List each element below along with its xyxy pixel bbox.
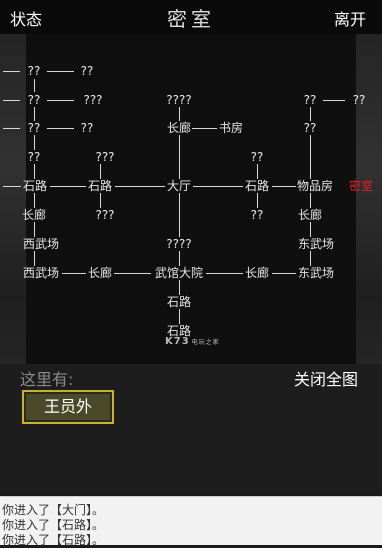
map-line — [47, 128, 74, 129]
map-room-unknown[interactable]: ?? — [251, 208, 264, 222]
map-room-unknown[interactable]: ?? — [353, 93, 366, 107]
map-line — [179, 107, 180, 121]
map-room-unknown[interactable]: ???? — [166, 93, 191, 107]
map-room-west-field[interactable]: 西武场 — [23, 237, 59, 251]
map-room-east-field[interactable]: 东武场 — [298, 266, 334, 280]
map-room-courtyard[interactable]: 武馆大院 — [155, 266, 203, 280]
npc-button[interactable]: 王员外 — [22, 390, 114, 424]
map-line — [3, 71, 20, 72]
map-line — [34, 107, 35, 121]
map-line — [47, 71, 74, 72]
map-room-unknown[interactable]: ?? — [28, 93, 41, 107]
map-room-unknown[interactable]: ??? — [95, 150, 114, 164]
top-bar: 状态 密室 离开 — [0, 0, 382, 34]
map-room-unknown[interactable]: ?? — [251, 150, 264, 164]
map-line — [192, 128, 217, 129]
map-line — [114, 273, 151, 274]
map-line — [47, 100, 74, 101]
map-room-unknown[interactable]: ?? — [28, 150, 41, 164]
smoke-decoration-left — [0, 34, 26, 364]
map-line — [323, 100, 345, 101]
location-title: 密室 — [167, 7, 215, 31]
map-line — [179, 280, 180, 295]
map-line — [34, 135, 35, 150]
map-line — [193, 186, 243, 187]
map-room-current[interactable]: 密室 — [349, 179, 373, 193]
map-area — [0, 34, 382, 364]
map-room-unknown[interactable]: ?? — [304, 121, 317, 135]
map-line — [100, 193, 101, 208]
map-room-unknown[interactable]: ?? — [28, 64, 41, 78]
map-line — [257, 164, 258, 179]
map-room-corridor[interactable]: 长廊 — [88, 266, 112, 280]
map-room-unknown[interactable]: ??? — [83, 93, 102, 107]
map-room-east-field[interactable]: 东武场 — [298, 237, 334, 251]
watermark-logo: K73 电玩之家 — [165, 336, 220, 347]
map-room-corridor[interactable]: 长廊 — [22, 208, 46, 222]
map-line — [179, 135, 180, 179]
map-line — [34, 79, 35, 92]
map-room-hall[interactable]: 大厅 — [167, 179, 191, 193]
watermark-main: K73 — [165, 336, 190, 347]
map-line — [34, 222, 35, 237]
map-line — [257, 193, 258, 208]
map-line — [3, 128, 20, 129]
map-room-west-field[interactable]: 西武场 — [23, 266, 59, 280]
map-line — [179, 309, 180, 324]
map-line — [310, 135, 311, 179]
map-line — [310, 193, 311, 208]
map-line — [34, 251, 35, 266]
map-line — [206, 273, 243, 274]
map-room-stone-path[interactable]: 石路 — [167, 295, 191, 309]
map-room-stone-path[interactable]: 石路 — [245, 179, 269, 193]
map-room-unknown[interactable]: ??? — [95, 208, 114, 222]
map-line — [272, 273, 296, 274]
map-line — [310, 251, 311, 266]
log-line: 你进入了【石路】。 — [2, 533, 105, 547]
message-log: 你进入了【大门】。 你进入了【石路】。 你进入了【石路】。 — [0, 496, 382, 547]
map-room-corridor[interactable]: 长廊 — [298, 208, 322, 222]
here-label: 这里有: — [20, 370, 74, 389]
map-room-unknown[interactable]: ?? — [81, 121, 94, 135]
map-line — [310, 107, 311, 121]
map-room-corridor[interactable]: 长廊 — [245, 266, 269, 280]
map-line — [3, 186, 21, 187]
map-line — [34, 193, 35, 208]
leave-button[interactable]: 离开 — [334, 6, 366, 30]
map-room-stone-path[interactable]: 石路 — [88, 179, 112, 193]
map-line — [3, 100, 20, 101]
map-line — [179, 251, 180, 266]
smoke-decoration-right — [356, 34, 382, 364]
map-room-item-room[interactable]: 物品房 — [297, 179, 333, 193]
map-line — [100, 164, 101, 179]
map-line — [115, 186, 165, 187]
map-line — [34, 164, 35, 179]
map-room-stone-path[interactable]: 石路 — [23, 179, 47, 193]
map-room-unknown[interactable]: ???? — [166, 237, 191, 251]
close-map-button[interactable]: 关闭全图 — [294, 366, 358, 390]
map-room-unknown[interactable]: ?? — [28, 121, 41, 135]
map-room-unknown[interactable]: ?? — [304, 93, 317, 107]
map-room-corridor[interactable]: 长廊 — [167, 121, 191, 135]
map-line — [179, 193, 180, 237]
map-room-study[interactable]: 书房 — [219, 121, 243, 135]
map-line — [50, 186, 86, 187]
map-room-unknown[interactable]: ?? — [81, 64, 94, 78]
map-line — [62, 273, 86, 274]
map-line — [310, 222, 311, 237]
map-line — [272, 186, 296, 187]
watermark-sub: 电玩之家 — [191, 339, 220, 346]
